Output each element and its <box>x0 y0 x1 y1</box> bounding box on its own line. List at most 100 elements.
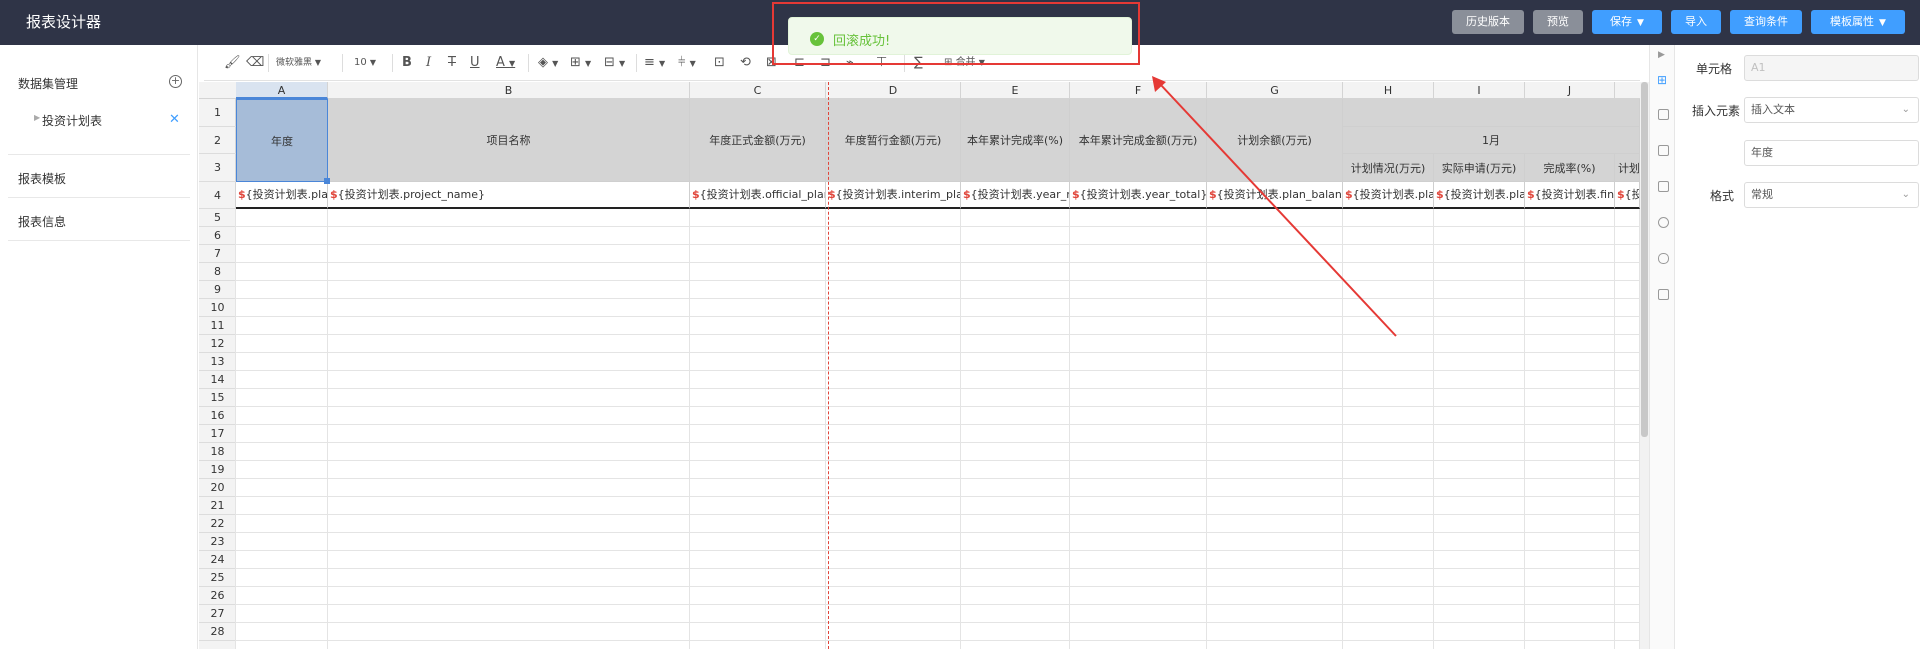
row-header[interactable]: 4 <box>199 182 236 209</box>
border-icon[interactable]: ⊞ ▼ <box>570 55 591 71</box>
preview-button[interactable]: 预览 <box>1533 10 1583 34</box>
row-header[interactable]: 3 <box>199 154 236 182</box>
eraser-icon[interactable]: ⌫ <box>246 55 264 71</box>
info-section[interactable]: 报表信息 <box>8 198 190 241</box>
cell-c4-official-field[interactable]: ${投资计划表.official_plan} <box>690 182 826 209</box>
cell-i3-actual-header[interactable]: 实际申请(万元) <box>1434 154 1525 182</box>
link-icon[interactable] <box>1658 253 1669 264</box>
row-header[interactable]: 26 <box>199 587 236 605</box>
cell-i4-actual-field[interactable]: ${投资计划表.plan} <box>1434 182 1525 209</box>
strikethrough-icon[interactable]: T <box>448 55 456 71</box>
row-header[interactable]: 12 <box>199 335 236 353</box>
collapse-icon[interactable]: ▶ <box>1658 50 1665 60</box>
row-header[interactable]: 14 <box>199 371 236 389</box>
font-family-select[interactable]: 微软雅黑 ▼ <box>276 55 321 71</box>
import-button[interactable]: 导入 <box>1671 10 1721 34</box>
column-header-a[interactable]: A <box>236 82 328 99</box>
column-header-j[interactable]: J <box>1525 82 1615 99</box>
cell-d1-interim-header[interactable]: 年度暂行金额(万元) <box>826 99 961 182</box>
cell-e1-rate-header[interactable]: 本年累计完成率(%) <box>961 99 1070 182</box>
column-header-g[interactable]: G <box>1207 82 1343 99</box>
row-header[interactable]: 21 <box>199 497 236 515</box>
row-header[interactable]: 2 <box>199 127 236 154</box>
history-version-button[interactable]: 历史版本 <box>1452 10 1524 34</box>
row-header[interactable]: 22 <box>199 515 236 533</box>
row-header[interactable]: 20 <box>199 479 236 497</box>
cell-g4-balance-field[interactable]: ${投资计划表.plan_balance} <box>1207 182 1343 209</box>
column-header-c[interactable]: C <box>690 82 826 99</box>
font-size-select[interactable]: 10 ▼ <box>354 55 376 71</box>
cell-h3-plan-header[interactable]: 计划情况(万元) <box>1343 154 1434 182</box>
insert-element-select[interactable]: 插入文本 ⌄ <box>1744 97 1919 123</box>
column-header-f[interactable]: F <box>1070 82 1207 99</box>
cell-h1-blank-header[interactable] <box>1343 99 1640 127</box>
row-header[interactable]: 27 <box>199 605 236 623</box>
cell-g1-balance-header[interactable]: 计划余额(万元) <box>1207 99 1343 182</box>
row-header[interactable]: 11 <box>199 317 236 335</box>
query-condition-button[interactable]: 查询条件 <box>1730 10 1802 34</box>
column-header-d[interactable]: D <box>826 82 961 99</box>
spreadsheet-grid[interactable]: A B C D E F G H I J 1 2 3 4 5 6 7 8 9 10 11 12 13 14 1… <box>199 82 1640 649</box>
copy-icon[interactable] <box>1658 289 1669 300</box>
cell-h2-month-header[interactable]: 1月 <box>1343 127 1640 154</box>
font-color-icon[interactable]: A ▼ <box>496 55 515 71</box>
row-header[interactable]: 24 <box>199 551 236 569</box>
row-header[interactable]: 15 <box>199 389 236 407</box>
format-select[interactable]: 常规 ⌄ <box>1744 182 1919 208</box>
row-header[interactable]: 17 <box>199 425 236 443</box>
column-header-b[interactable]: B <box>328 82 690 99</box>
row-header[interactable]: 1 <box>199 99 236 127</box>
wrap-icon[interactable]: ⊡ <box>714 55 725 71</box>
cell-k3-partial-header[interactable]: 计划 <box>1615 154 1640 182</box>
fill-handle[interactable] <box>324 178 330 184</box>
cell-f1-total-header[interactable]: 本年累计完成金额(万元) <box>1070 99 1207 182</box>
fill-color-icon[interactable]: ◈ ▼ <box>538 55 558 71</box>
cell-a4-year-field[interactable]: ${投资计划表.plan_year} <box>236 182 328 209</box>
add-circle-icon[interactable]: + <box>169 75 182 88</box>
row-header[interactable]: 8 <box>199 263 236 281</box>
cell-e4-rate-field[interactable]: ${投资计划表.year_rate} <box>961 182 1070 209</box>
column-header-e[interactable]: E <box>961 82 1070 99</box>
row-header[interactable]: 19 <box>199 461 236 479</box>
row-header[interactable]: 28 <box>199 623 236 641</box>
save-button[interactable]: 保存 ▼ <box>1592 10 1662 34</box>
cell-d4-interim-field[interactable]: ${投资计划表.interim_plan} <box>826 182 961 209</box>
row-header[interactable]: 5 <box>199 209 236 227</box>
cycle-icon[interactable] <box>1658 217 1669 228</box>
cell-h4-plan-field[interactable]: ${投资计划表.plan} <box>1343 182 1434 209</box>
italic-icon[interactable]: I <box>426 55 431 71</box>
cell-b4-project-field[interactable]: ${投资计划表.project_name} <box>328 182 690 209</box>
row-header[interactable]: 6 <box>199 227 236 245</box>
underline-icon[interactable]: U <box>470 55 480 71</box>
rotate-icon[interactable]: ⟲ <box>740 55 751 71</box>
grid-icon[interactable]: ⊞ <box>1657 73 1667 87</box>
row-header[interactable]: 16 <box>199 407 236 425</box>
cell-b1-project-header[interactable]: 项目名称 <box>328 99 690 182</box>
row-header[interactable]: 23 <box>199 533 236 551</box>
cell-f4-total-field[interactable]: ${投资计划表.year_total} <box>1070 182 1207 209</box>
template-properties-button[interactable]: 模板属性 ▼ <box>1811 10 1905 34</box>
row-header[interactable]: 9 <box>199 281 236 299</box>
cell-k4-partial-field[interactable]: ${投资 <box>1615 182 1640 209</box>
chart-icon[interactable] <box>1658 109 1669 120</box>
template-section[interactable]: 报表模板 <box>8 155 190 198</box>
dataset-item[interactable]: ▶ 投资计划表 <box>34 112 102 129</box>
row-header[interactable]: 18 <box>199 443 236 461</box>
column-header-h[interactable]: H <box>1343 82 1434 99</box>
cell-a1-year-header[interactable]: 年度 <box>236 99 328 182</box>
align-icon[interactable]: ≡ ▼ <box>644 55 665 71</box>
cell-j3-finish-header[interactable]: 完成率(%) <box>1525 154 1615 182</box>
cell-c1-official-header[interactable]: 年度正式金额(万元) <box>690 99 826 182</box>
vertical-align-icon[interactable]: ⫩ ▼ <box>678 55 696 71</box>
text-value-input[interactable]: 年度 <box>1744 140 1919 166</box>
cell-j4-finish-field[interactable]: ${投资计划表.finish} <box>1525 182 1615 209</box>
close-icon[interactable]: ✕ <box>169 112 180 127</box>
scrollbar-thumb[interactable] <box>1641 82 1648 437</box>
row-header[interactable]: 25 <box>199 569 236 587</box>
image-icon[interactable] <box>1658 145 1669 156</box>
column-header-i[interactable]: I <box>1434 82 1525 99</box>
merge-cells-icon[interactable]: ⊟ ▼ <box>604 55 625 71</box>
row-header[interactable]: 13 <box>199 353 236 371</box>
row-header[interactable]: 7 <box>199 245 236 263</box>
qrcode-icon[interactable] <box>1658 181 1669 192</box>
